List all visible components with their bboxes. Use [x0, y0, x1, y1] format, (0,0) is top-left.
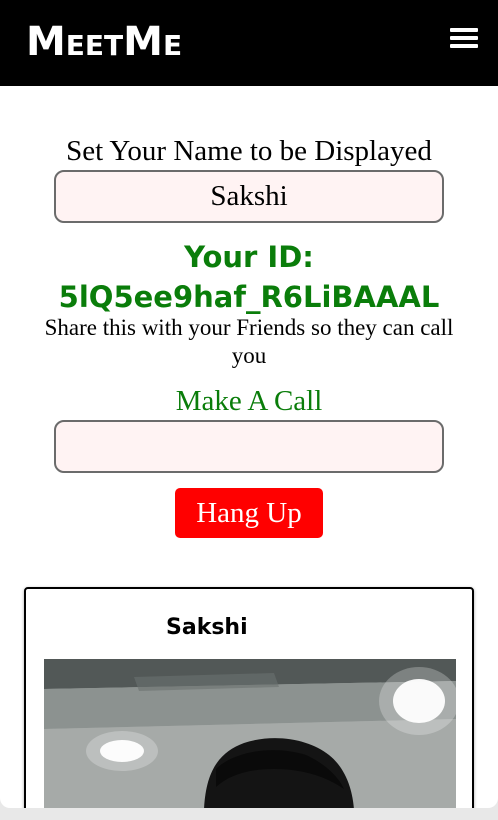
app-root: MeetMe Set Your Name to be Displayed You…	[0, 0, 498, 808]
call-id-input[interactable]	[54, 420, 444, 473]
hang-up-button[interactable]: Hang Up	[175, 488, 323, 538]
menu-bar-line	[450, 36, 478, 40]
your-id-label: Your ID:	[184, 240, 314, 274]
top-navbar: MeetMe	[0, 0, 498, 86]
your-id-value: 5lQ5ee9haf_R6LiBAAAL	[58, 280, 440, 314]
camera-image	[44, 659, 456, 808]
menu-bar-line	[450, 44, 478, 48]
hamburger-menu-icon[interactable]	[450, 28, 478, 48]
display-name-input[interactable]	[54, 170, 444, 223]
share-instructions: Share this with your Friends so they can…	[44, 315, 454, 368]
make-call-label: Make A Call	[175, 385, 323, 417]
participant-name: Sakshi	[166, 615, 248, 640]
video-feed	[44, 659, 456, 808]
video-card: Sakshi	[24, 587, 474, 808]
display-name-label: Set Your Name to be Displayed	[66, 135, 432, 167]
brand-logo[interactable]: MeetMe	[26, 20, 182, 64]
menu-bar-line	[450, 28, 478, 32]
